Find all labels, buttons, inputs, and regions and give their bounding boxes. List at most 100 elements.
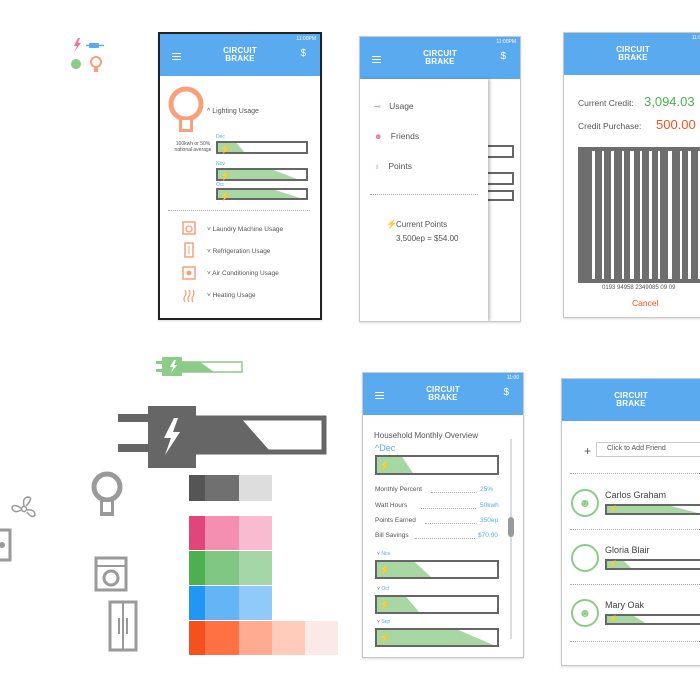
overview-heading: Household Monthly Overview: [374, 431, 479, 440]
dollar-icon[interactable]: $: [500, 51, 506, 62]
leader-dots: [415, 538, 475, 539]
swatch-orange-4: [272, 621, 305, 655]
swatch-gray-3: [239, 475, 272, 501]
bolt-icon: ⚡: [379, 633, 391, 643]
credit-purchase-value: 500.00: [656, 117, 696, 132]
app-bar: 11:00PM CIRCUIT BRAKE $: [360, 37, 520, 79]
swatch-blue-1: [189, 586, 205, 620]
bolt-icon: ⚡: [379, 600, 391, 610]
divider: [168, 210, 310, 211]
fan-icon: [11, 496, 36, 518]
current-points-label: Current Points: [396, 220, 448, 229]
stat-value-bill-savings: $70.00: [478, 532, 498, 539]
refrigeration-usage-row[interactable]: ˅ Refrigeration Usage: [207, 248, 270, 255]
swatch-pink-1: [189, 516, 205, 550]
swatch-orange-3: [239, 621, 272, 655]
plug-icon: ⊸: [374, 102, 381, 111]
friends-screen: CIRCUIT BRAKE + Click to Add Friend ☻ Car…: [561, 378, 700, 666]
bolt-icon: ⚡: [379, 565, 391, 575]
swatch-green-2: [205, 551, 239, 585]
friend-name: Gloria Blair: [605, 545, 650, 555]
swatch-orange-5: [305, 621, 338, 655]
friend-usage-bar: ⚡: [605, 559, 700, 570]
credit-purchase-label: Credit Purchase:: [578, 121, 642, 131]
divider: [370, 194, 478, 195]
usage-bar-dec: ⚡: [375, 455, 499, 475]
scrollbar-thumb[interactable]: [508, 517, 514, 537]
friend-usage-bar: ⚡: [605, 614, 700, 625]
cancel-button[interactable]: Cancel: [632, 298, 658, 308]
status-time: 11:00: [691, 35, 700, 41]
refrigerator-icon: [184, 242, 194, 258]
bolt-icon: ⚡: [220, 191, 232, 201]
drawer-item-usage[interactable]: ⊸ Usage: [374, 101, 414, 111]
swatch-pink-3: [239, 516, 272, 550]
swatch-gray-2: [205, 475, 239, 501]
stat-value-watt-hours: 50kwh: [480, 502, 499, 509]
usage-bar-oct: ⚡: [375, 595, 499, 614]
friend-name: Mary Oak: [605, 600, 645, 610]
swatch-green-3: [239, 551, 272, 585]
month-toggle-oct[interactable]: ˅ Oct: [377, 586, 389, 592]
drawer-screen: 11:00PM CIRCUIT BRAKE $ ⊸ Usage ☻ Friends…: [359, 36, 521, 322]
bolt-icon: ⚡: [220, 144, 232, 154]
swatch-orange-1: [189, 621, 205, 655]
gray-bulb-icon: [91, 471, 123, 516]
friend-avatar[interactable]: ☻: [571, 489, 599, 517]
outlet-icon: [0, 528, 12, 562]
leader-dots: [425, 523, 477, 524]
scrollbar-track[interactable]: [510, 439, 512, 639]
heating-usage-row[interactable]: ˅ Heating Usage: [207, 292, 256, 299]
swatch-blue-3: [239, 586, 272, 620]
bolt-icon: ⚡: [220, 171, 232, 181]
bolt-icon: ⚡: [609, 616, 618, 623]
nav-drawer: ⊸ Usage ☻ Friends ♁ Points ⚡ Current Poi…: [360, 79, 488, 321]
app-bar: 11:00 CIRCUIT BRAKE $: [363, 373, 523, 415]
stat-label-watt-hours: Watt Hours: [375, 502, 408, 509]
swatch-orange-2: [205, 621, 239, 655]
friend-usage-bar: ⚡: [605, 504, 700, 515]
current-points-value: 3,500ep = $54.00: [396, 234, 459, 243]
bolt-icon: ⚡: [609, 561, 618, 568]
usage-bar-dec: ⚡: [216, 141, 308, 154]
small-plug-icon: [156, 357, 243, 376]
stat-label-monthly-percent: Monthly Percent: [375, 486, 422, 493]
background-bar: [486, 172, 514, 185]
swatch-blue-2: [205, 586, 239, 620]
divider: [570, 641, 700, 642]
barcode-number: 0193 94958 2349085 09 09: [602, 285, 676, 291]
divider: [570, 529, 700, 530]
washing-machine-icon: [182, 221, 196, 235]
dollar-icon[interactable]: $: [503, 387, 509, 398]
add-friend-plus-icon[interactable]: +: [584, 444, 591, 458]
lighting-usage-toggle[interactable]: ^ Lighting Usage: [207, 108, 259, 115]
add-friend-input[interactable]: Click to Add Friend: [596, 442, 700, 457]
air-conditioning-usage-row[interactable]: ˅ Air Conditioning Usage: [207, 270, 279, 277]
usage-bar-oct: ⚡: [216, 188, 308, 201]
bolt-icon: ⚡: [379, 461, 391, 471]
month-toggle-sep[interactable]: ˅ Sep: [377, 619, 390, 625]
national-note: 100kwh or 50% national average: [174, 141, 212, 153]
heating-icon: [183, 289, 195, 303]
friend-name: Carlos Graham: [605, 490, 667, 500]
status-time: 11:00PM: [296, 36, 316, 42]
laundry-usage-row[interactable]: ˅ Laundry Machine Usage: [207, 226, 283, 233]
divider: [570, 473, 700, 474]
credit-screen: 11:00 CIRCUITBRAKE Current Credit: 3,094…: [563, 32, 700, 318]
friend-avatar[interactable]: ☻: [571, 599, 599, 627]
current-credit-label: Current Credit:: [578, 98, 634, 108]
usage-bar-sep: ⚡: [375, 628, 499, 647]
usage-bar-nov: ⚡: [375, 560, 499, 579]
big-plug-icon: [118, 406, 327, 468]
drawer-item-friends[interactable]: ☻ Friends: [374, 131, 419, 141]
dollar-icon[interactable]: $: [300, 48, 306, 59]
swatch-gray-1: [189, 475, 205, 501]
friend-avatar[interactable]: [571, 544, 599, 572]
drawer-item-points[interactable]: ♁ Points: [374, 161, 412, 171]
app-title: CIRCUIT BRAKE: [426, 385, 460, 402]
light-bulb-icon: [168, 86, 204, 132]
month-toggle-dec[interactable]: ^Dec: [375, 443, 395, 453]
background-bar: [486, 145, 514, 158]
usage-screen: 11:00PM CIRCUIT BRAKE $ 100kwh or 50% nat…: [158, 32, 322, 320]
month-toggle-nov[interactable]: ˅ Nov: [377, 551, 390, 557]
